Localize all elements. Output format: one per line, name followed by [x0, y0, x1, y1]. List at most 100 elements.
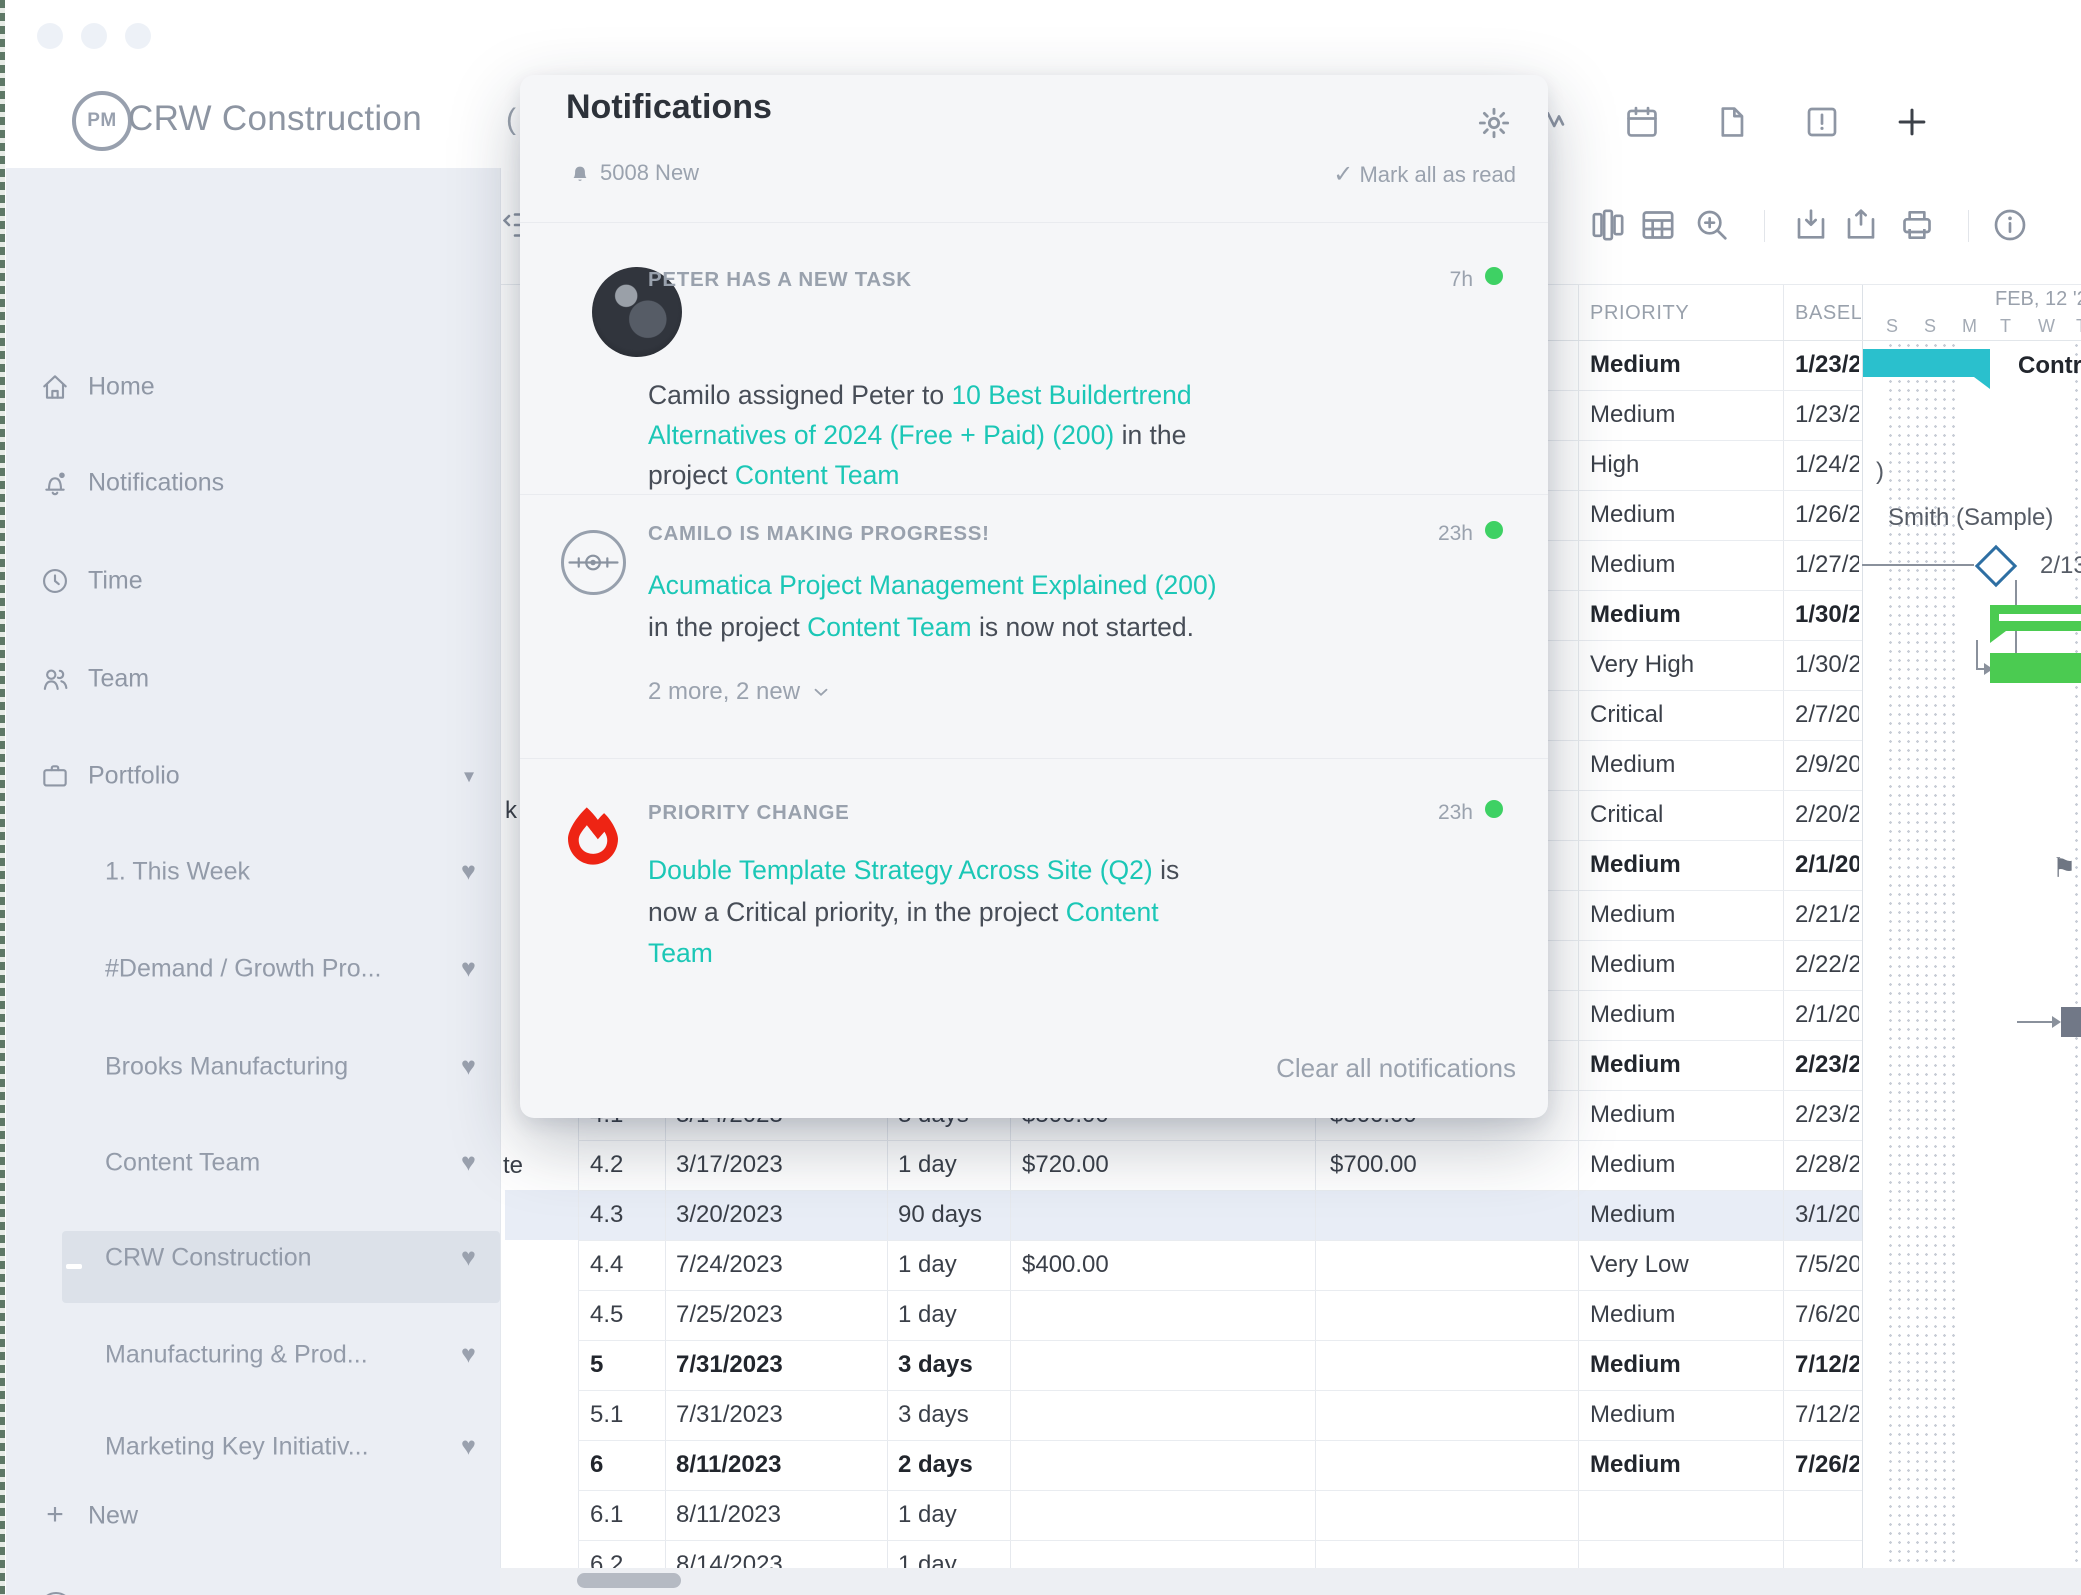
sidebar-project-1[interactable]: 1. This Week ♥	[6, 841, 500, 903]
table-row[interactable]: 5.1 7/31/2023 3 days Medium 7/12/2	[578, 1390, 1862, 1441]
panel-title: Notifications	[566, 88, 772, 126]
cell-baseline: 2/23/2	[1795, 1051, 1859, 1078]
favorite-heart-icon[interactable]: ♥	[461, 1149, 476, 1178]
bell-icon	[568, 161, 592, 185]
table-row[interactable]: 6 8/11/2023 2 days Medium 7/26/2	[578, 1440, 1862, 1491]
clipped-header-text: (	[506, 103, 516, 136]
project-tab-title[interactable]: CRW Construction	[128, 99, 422, 139]
gantt-bar-task[interactable]	[1990, 653, 2081, 683]
toolbar-separator	[1764, 210, 1765, 242]
sidebar-item-label: Team	[88, 664, 150, 693]
gantt-bar-clipped[interactable]	[2061, 1007, 2081, 1037]
group-divider	[520, 494, 1548, 495]
clock-icon	[39, 565, 71, 597]
favorite-heart-icon[interactable]: ♥	[461, 1244, 476, 1273]
import-icon[interactable]	[1791, 205, 1831, 245]
table-row[interactable]: 6.1 8/11/2023 1 day	[578, 1490, 1862, 1541]
notification-text: Camilo assigned Peter to	[648, 380, 952, 410]
notification-link[interactable]: Alternatives of 2024 (Free + Paid) (200)	[648, 420, 1114, 450]
table-row[interactable]: 4.4 7/24/2023 1 day $400.00 Very Low 7/5/20	[578, 1240, 1862, 1291]
notification-text-line: Alternatives of 2024 (Free + Paid) (200)…	[648, 420, 1186, 451]
notification-text-line: Camilo assigned Peter to 10 Best Builder…	[648, 380, 1192, 411]
notification-link[interactable]: Content Team	[735, 460, 900, 490]
zoom-in-icon[interactable]	[1692, 205, 1732, 245]
info-icon[interactable]	[1990, 205, 2030, 245]
favorite-heart-icon[interactable]: ♥	[461, 955, 476, 984]
export-icon[interactable]	[1841, 205, 1881, 245]
alert-square-icon[interactable]	[1803, 103, 1841, 141]
print-icon[interactable]	[1897, 205, 1937, 245]
notification-text: now a Critical priority, in the project	[648, 897, 1066, 927]
sidebar-project-3[interactable]: Brooks Manufacturing ♥	[6, 1036, 500, 1098]
cell-priority: Medium	[1590, 1451, 1681, 1478]
sidebar-item-home[interactable]: Home	[6, 356, 500, 418]
expand-more-button[interactable]: 2 more, 2 new	[648, 678, 832, 706]
favorite-heart-icon[interactable]: ♥	[461, 858, 476, 887]
sidebar-project-label: Marketing Key Initiativ...	[105, 1432, 369, 1461]
sidebar-project-2[interactable]: #Demand / Growth Pro... ♥	[6, 938, 500, 1000]
clipped-task-name: te	[503, 1152, 524, 1179]
sidebar-project-5[interactable]: CRW Construction ♥	[6, 1227, 500, 1289]
gantt-bar-contract[interactable]	[1863, 349, 1990, 377]
cell-priority: High	[1590, 451, 1640, 478]
gear-icon[interactable]	[1476, 105, 1512, 141]
sidebar-item-time[interactable]: Time	[6, 550, 500, 612]
cell-duration: 90 days	[898, 1201, 983, 1228]
sidebar-item-notifications[interactable]: Notifications	[6, 452, 500, 514]
add-tab-icon[interactable]	[1893, 103, 1931, 141]
cell-priority: Medium	[1590, 501, 1676, 528]
notification-link[interactable]: Acumatica Project Management Explained (…	[648, 570, 1217, 600]
bell-icon	[39, 467, 71, 499]
clear-all-notifications-button[interactable]: Clear all notifications	[1276, 1053, 1516, 1084]
board-columns-icon[interactable]	[1588, 205, 1628, 245]
notification-link[interactable]: 10 Best Buildertrend	[951, 380, 1191, 410]
table-row[interactable]: 5 7/31/2023 3 days Medium 7/12/2	[578, 1340, 1862, 1391]
collapse-outline-icon[interactable]	[503, 207, 520, 243]
chevron-down-icon[interactable]: ▾	[464, 764, 474, 789]
table-row[interactable]: 4.3 3/20/2023 90 days Medium 3/1/20	[578, 1190, 1862, 1241]
calendar-icon[interactable]	[1623, 103, 1661, 141]
cell-priority: Medium	[1590, 1051, 1681, 1078]
toolbar-separator	[1968, 210, 1969, 242]
column-header-priority[interactable]: PRIORITY	[1590, 302, 1689, 325]
sidebar-item-team[interactable]: Team	[6, 648, 500, 710]
favorite-heart-icon[interactable]: ♥	[461, 1341, 476, 1370]
sidebar-item-portfolio[interactable]: Portfolio ▾	[6, 745, 500, 807]
traffic-light-zoom[interactable]	[125, 23, 151, 49]
notification-time: 23h	[1437, 801, 1473, 824]
table-grid-icon[interactable]	[1638, 205, 1678, 245]
new-project-button[interactable]: + New	[6, 1485, 500, 1547]
cell-date: 8/11/2023	[676, 1451, 782, 1478]
gantt-boundary	[1862, 285, 1863, 1568]
cell-priority: Medium	[1590, 1351, 1681, 1378]
column-header-baseline[interactable]: BASELINE	[1795, 302, 1861, 325]
sidebar-project-label: Brooks Manufacturing	[105, 1052, 349, 1081]
table-row[interactable]: 4.5 7/25/2023 1 day Medium 7/6/20	[578, 1290, 1862, 1341]
notification-link[interactable]: Team	[648, 938, 713, 968]
pm-logo[interactable]: PM	[72, 91, 132, 151]
document-icon[interactable]	[1713, 103, 1751, 141]
notification-link[interactable]: Content	[1066, 897, 1159, 927]
horizontal-scrollbar[interactable]	[577, 1573, 681, 1588]
help-button[interactable]: ?Help	[6, 1577, 500, 1595]
cell-baseline: 2/9/20	[1795, 751, 1859, 778]
traffic-light-close[interactable]	[37, 23, 63, 49]
traffic-light-minimize[interactable]	[81, 23, 107, 49]
sidebar-project-6[interactable]: Manufacturing & Prod... ♥	[6, 1324, 500, 1386]
sidebar-project-7[interactable]: Marketing Key Initiativ... ♥	[6, 1416, 500, 1478]
milestone-flag-icon[interactable]: ⚑	[2052, 853, 2076, 884]
favorite-heart-icon[interactable]: ♥	[461, 1053, 476, 1082]
milestone-diamond[interactable]	[1974, 544, 2018, 588]
dependency-line	[1862, 564, 1974, 566]
milestone-date-label: 2/13	[2040, 552, 2081, 579]
sidebar-project-4[interactable]: Content Team ♥	[6, 1132, 500, 1194]
favorite-heart-icon[interactable]: ♥	[461, 1433, 476, 1462]
notification-text: project	[648, 460, 735, 490]
mark-all-read-button[interactable]: ✓ Mark all as read	[1333, 160, 1516, 189]
table-row[interactable]: 4.2 3/17/2023 1 day $720.00 $700.00 Medium 2/2…	[578, 1140, 1862, 1191]
cell-date: 7/25/2023	[676, 1301, 783, 1328]
notification-link[interactable]: Content Team	[807, 612, 972, 642]
scrollbar-track	[500, 1568, 2081, 1595]
cell-cost-actual: $700.00	[1330, 1151, 1417, 1178]
notification-link[interactable]: Double Template Strategy Across Site (Q2…	[648, 855, 1153, 885]
